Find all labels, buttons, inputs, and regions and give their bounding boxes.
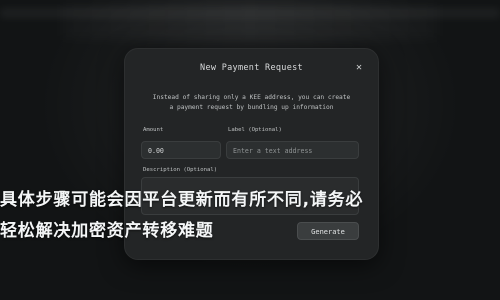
modal-title: New Payment Request: [200, 63, 303, 73]
modal-description: Instead of sharing only a KEE address, y…: [143, 93, 360, 113]
description-field-label: Description (Optional): [143, 167, 218, 173]
close-icon[interactable]: ✕: [354, 63, 364, 73]
label-input[interactable]: Enter a text address: [226, 141, 359, 159]
label-field-label: Label (Optional): [228, 127, 282, 133]
overlay-headline-1: 具体步骤可能会因平台更新而有所不同,请务必: [0, 190, 364, 210]
background-blur-deco: [60, 0, 440, 40]
background-blur-strip: [0, 8, 500, 18]
description-line-1: Instead of sharing only a KEE address, y…: [152, 94, 351, 101]
description-line-2: a payment request by bundling up informa…: [169, 104, 334, 111]
overlay-headline-2: 轻松解决加密资产转移难题: [0, 221, 214, 241]
amount-input[interactable]: 0.00: [141, 141, 221, 159]
generate-button[interactable]: Generate: [297, 222, 359, 240]
amount-label: Amount: [143, 127, 164, 133]
